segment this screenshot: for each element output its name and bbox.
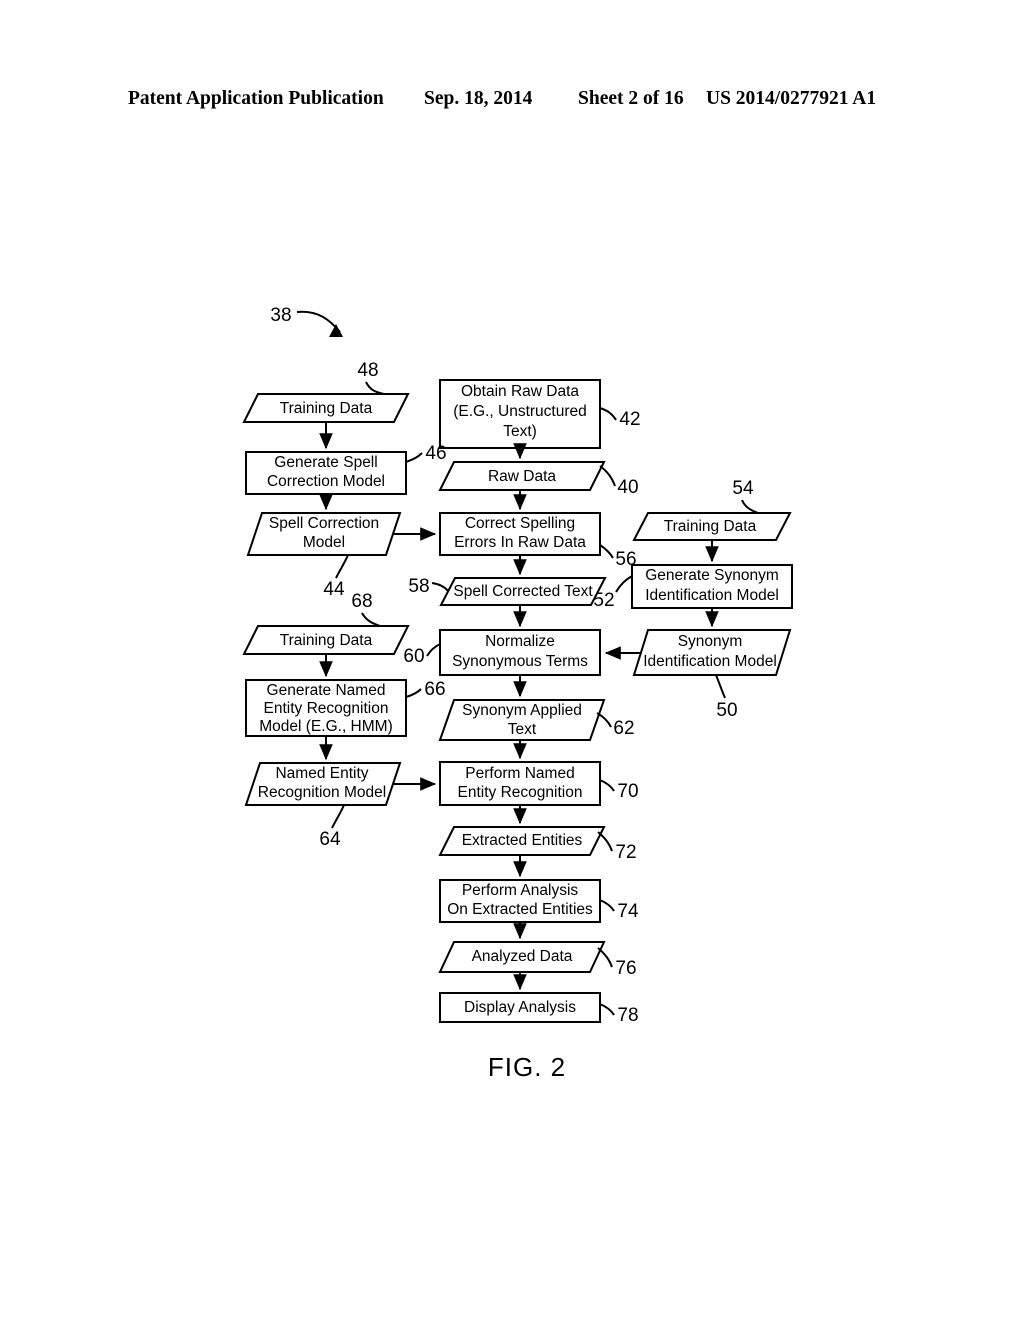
node-42-line3: Text) bbox=[503, 423, 537, 440]
ref-numeral-38: 38 bbox=[270, 305, 291, 326]
node-60-line1: Normalize bbox=[485, 633, 555, 650]
ref-56-leader bbox=[599, 544, 614, 559]
node-70-line2: Entity Recognition bbox=[458, 784, 583, 801]
node-40-label: Raw Data bbox=[488, 468, 556, 485]
ref-numeral-66: 66 bbox=[424, 679, 445, 700]
ref-numeral-68: 68 bbox=[351, 591, 372, 612]
node-74-line2: On Extracted Entities bbox=[447, 901, 593, 918]
node-50-line2: Identification Model bbox=[643, 653, 777, 670]
node-52-line1: Generate Synonym bbox=[645, 567, 779, 584]
ref-68-leader bbox=[361, 612, 381, 627]
ref-52-leader bbox=[615, 575, 633, 593]
ref-numeral-50: 50 bbox=[716, 700, 737, 721]
ref-numeral-64: 64 bbox=[319, 829, 341, 850]
node-66-line2: Entity Recognition bbox=[264, 700, 389, 717]
ref-numeral-42: 42 bbox=[619, 409, 640, 430]
ref-78-leader bbox=[599, 1003, 615, 1016]
ref-60-leader bbox=[426, 643, 441, 657]
node-44-line2: Model bbox=[303, 534, 345, 551]
ref-numeral-74: 74 bbox=[617, 901, 639, 922]
ref-numeral-54: 54 bbox=[732, 478, 754, 499]
ref-54-leader bbox=[741, 499, 759, 514]
node-72-label: Extracted Entities bbox=[462, 832, 583, 849]
ref-72-leader bbox=[597, 831, 613, 852]
node-58-label: Spell Corrected Text bbox=[453, 583, 593, 600]
node-56-line2: Errors In Raw Data bbox=[454, 534, 586, 551]
node-70-line1: Perform Named bbox=[465, 765, 574, 782]
ref-64-leader bbox=[331, 804, 345, 829]
node-44-line1: Spell Correction bbox=[269, 515, 379, 532]
ref-numeral-46: 46 bbox=[425, 443, 446, 464]
node-54-label: Training Data bbox=[664, 518, 757, 535]
patent-page: Patent Application Publication Sep. 18, … bbox=[0, 0, 1024, 1320]
ref-numeral-78: 78 bbox=[617, 1005, 638, 1026]
node-64-line1: Named Entity bbox=[275, 765, 368, 782]
node-42-line1: Obtain Raw Data bbox=[461, 383, 579, 400]
ref-44-leader bbox=[335, 554, 349, 579]
ref-50-leader bbox=[715, 674, 726, 699]
node-42-line2: (E.G., Unstructured bbox=[453, 403, 587, 420]
node-48-label: Training Data bbox=[280, 400, 373, 417]
node-78-label: Display Analysis bbox=[464, 999, 576, 1016]
ref-48-leader bbox=[365, 381, 385, 395]
ref-42-leader bbox=[599, 407, 617, 421]
ref-numeral-72: 72 bbox=[615, 842, 636, 863]
ref-58-leader bbox=[431, 582, 449, 592]
node-66-line3: Model (E.G., HMM) bbox=[259, 718, 392, 735]
node-66-line1: Generate Named bbox=[267, 682, 386, 699]
node-64-line2: Recognition Model bbox=[258, 784, 386, 801]
ref-numeral-48: 48 bbox=[357, 360, 378, 381]
ref-40-leader bbox=[599, 465, 616, 487]
ref-76-leader bbox=[597, 947, 613, 968]
ref-numeral-70: 70 bbox=[617, 781, 638, 802]
ref-numeral-62: 62 bbox=[613, 718, 634, 739]
node-50-line1: Synonym bbox=[678, 633, 743, 650]
node-46-line2: Correction Model bbox=[267, 473, 385, 490]
ref-62-leader bbox=[596, 712, 612, 728]
figure-2-flowchart: 38 Training Data 48 Obtain Raw Data (E.G… bbox=[242, 305, 793, 1082]
ref-numeral-40: 40 bbox=[617, 477, 638, 498]
ref-66-leader bbox=[405, 688, 422, 698]
node-60-line2: Synonymous Terms bbox=[452, 653, 588, 670]
node-74-line1: Perform Analysis bbox=[462, 882, 579, 899]
ref-numeral-58: 58 bbox=[408, 576, 429, 597]
node-52-line2: Identification Model bbox=[645, 587, 779, 604]
node-76-label: Analyzed Data bbox=[472, 948, 573, 965]
ref-numeral-76: 76 bbox=[615, 958, 636, 979]
node-62-line2: Text bbox=[508, 721, 537, 738]
ref-74-leader bbox=[599, 899, 615, 912]
ref-numeral-60: 60 bbox=[403, 646, 424, 667]
node-46-line1: Generate Spell bbox=[274, 454, 377, 471]
node-56-line1: Correct Spelling bbox=[465, 515, 575, 532]
ref-38-arrowhead bbox=[329, 324, 343, 337]
ref-46-leader bbox=[405, 452, 423, 463]
node-68-label: Training Data bbox=[280, 632, 373, 649]
figure-caption: FIG. 2 bbox=[488, 1052, 566, 1082]
node-62-line1: Synonym Applied bbox=[462, 702, 582, 719]
ref-70-leader bbox=[599, 779, 615, 792]
ref-numeral-44: 44 bbox=[323, 579, 345, 600]
